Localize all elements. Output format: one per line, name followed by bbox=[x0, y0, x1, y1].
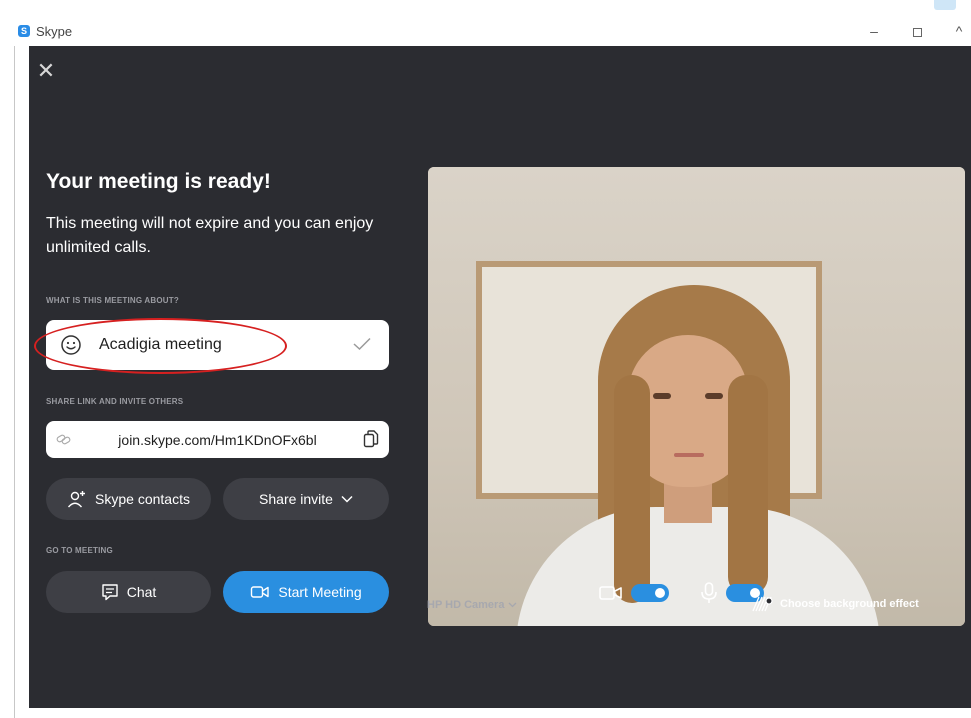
video-camera-icon bbox=[599, 586, 622, 600]
video-camera-icon bbox=[251, 586, 270, 598]
check-icon[interactable] bbox=[353, 337, 371, 351]
video-toggle[interactable] bbox=[631, 584, 669, 602]
skype-icon bbox=[18, 25, 30, 37]
chevron-down-icon bbox=[341, 495, 353, 503]
skype-contacts-button[interactable]: Skype contacts bbox=[46, 478, 211, 520]
start-meeting-button[interactable]: Start Meeting bbox=[223, 571, 389, 613]
camera-select-label: HP HD Camera bbox=[427, 599, 505, 611]
start-meeting-label: Start Meeting bbox=[278, 584, 362, 600]
go-to-meeting-label: GO TO MEETING bbox=[46, 546, 113, 555]
window-close-button[interactable]: ^ bbox=[944, 20, 971, 42]
video-toggle-control[interactable] bbox=[599, 581, 669, 605]
background-effect-icon bbox=[752, 596, 773, 612]
meeting-name-value[interactable]: Acadigia meeting bbox=[99, 336, 222, 354]
background-effect-label: Choose background effect bbox=[780, 598, 919, 610]
camera-preview bbox=[428, 167, 965, 626]
preview-person-hair-strand bbox=[728, 375, 768, 595]
maximize-button[interactable] bbox=[902, 20, 932, 42]
app-title: Skype bbox=[36, 24, 73, 39]
meeting-description: This meeting will not expire and you can… bbox=[46, 215, 374, 256]
smiley-icon[interactable] bbox=[60, 334, 82, 356]
video-toggle-knob bbox=[655, 588, 665, 598]
close-icon[interactable]: ✕ bbox=[35, 60, 57, 82]
add-contact-icon bbox=[68, 491, 86, 508]
preview-person-mouth bbox=[674, 453, 704, 457]
preview-person-eye bbox=[705, 393, 723, 399]
preview-person-eye bbox=[653, 393, 671, 399]
window-titlebar: Skype – ^ bbox=[14, 16, 971, 46]
share-invite-label: Share invite bbox=[259, 491, 333, 507]
minimize-button[interactable]: – bbox=[859, 20, 889, 42]
meeting-link-text[interactable]: join.skype.com/Hm1KDnOFx6bl bbox=[46, 432, 389, 448]
chat-icon bbox=[102, 584, 118, 601]
meeting-about-label: WHAT IS THIS MEETING ABOUT? bbox=[46, 296, 179, 305]
window-border bbox=[14, 16, 15, 718]
chat-label: Chat bbox=[126, 584, 157, 600]
meeting-link-field[interactable]: join.skype.com/Hm1KDnOFx6bl bbox=[46, 421, 389, 458]
meeting-name-field[interactable]: Acadigia meeting bbox=[46, 320, 389, 370]
skype-contacts-label: Skype contacts bbox=[95, 491, 190, 507]
share-link-label: SHARE LINK AND INVITE OTHERS bbox=[46, 397, 184, 406]
window-corner-accent bbox=[934, 0, 956, 10]
chevron-down-icon bbox=[508, 602, 517, 608]
share-invite-button[interactable]: Share invite bbox=[223, 478, 389, 520]
maximize-icon bbox=[912, 27, 922, 37]
camera-select[interactable]: HP HD Camera bbox=[427, 599, 517, 611]
background-effect-button[interactable]: Choose background effect bbox=[752, 596, 919, 612]
preview-person-hair-strand bbox=[614, 375, 650, 603]
page-title: Your meeting is ready! bbox=[46, 170, 271, 193]
chat-button[interactable]: Chat bbox=[46, 571, 211, 613]
microphone-icon bbox=[701, 582, 717, 603]
copy-icon[interactable] bbox=[363, 430, 379, 448]
